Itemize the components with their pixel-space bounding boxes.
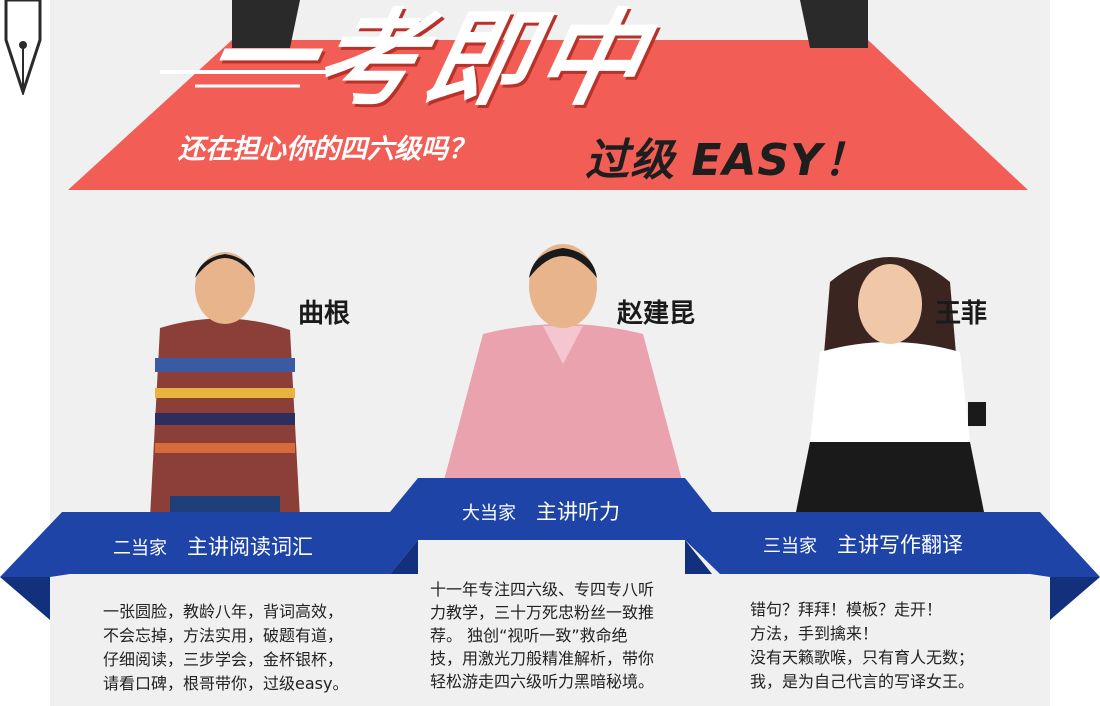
rank-subject: 主讲阅读词汇 [187, 535, 313, 559]
teacher-description-qugen: 一张圆脸，教龄八年，背词高效， 不会忘掉，方法实用，破题有道， 仔细阅读，三步学… [103, 600, 348, 696]
description-line: 请看口碑，根哥带你，过级easy。 [103, 674, 349, 693]
description-line: 一张圆脸，教龄八年，背词高效， [103, 602, 344, 621]
description-line: 轻松游走四六级听力黑暗秘境。 [430, 672, 655, 691]
description-line: 不会忘掉，方法实用，破题有道， [103, 626, 344, 645]
description-line: 力教学，三十万死忠粉丝一致推 [430, 603, 655, 622]
description-line: 错句？拜拜！模板？走开！ [750, 600, 943, 619]
description-line: 技，用激光刀般精准解析，带你 [430, 649, 655, 668]
rank-subject: 主讲听力 [536, 500, 620, 524]
description-line: 我，是为自己代言的写译女王。 [750, 672, 975, 691]
description-line: 没有天籁歌喉，只有育人无数； [750, 648, 975, 667]
teacher-description-wangfei: 错句？拜拜！模板？走开！ 方法，手到擒来！ 没有天籁歌喉，只有育人无数； 我，是… [750, 598, 974, 694]
description-line: 方法，手到擒来！ [750, 624, 879, 643]
teacher-description-zhaojiankun: 十一年专注四六级、专四专八听 力教学，三十万死忠粉丝一致推 荐。 独创“视听一致… [430, 578, 654, 693]
teacher-name-wangfei: 王菲 [935, 299, 988, 329]
rank-subject: 主讲写作翻译 [837, 533, 963, 557]
rank-label-zhaojiankun: 大当家 主讲听力 [462, 496, 620, 526]
banner-title: 一考即中 [195, 0, 661, 120]
rank-label-qugen: 二当家 主讲阅读词汇 [113, 531, 313, 561]
rank-title: 三当家 [763, 536, 817, 557]
avatar [443, 244, 683, 484]
description-line: 十一年专注四六级、专四专八听 [430, 580, 655, 599]
rank-title: 大当家 [462, 503, 516, 524]
banner-pass-text: 过级 EASY！ [585, 135, 868, 186]
description-line: 荐。 独创“视听一致”救命绝 [430, 626, 628, 645]
hero-banner: 一考即中 还在担心你的四六级吗？ 过级 EASY！ [0, 0, 1100, 195]
teacher-name-zhaojiankun: 赵建昆 [617, 299, 696, 329]
rank-label-wangfei: 三当家 主讲写作翻译 [763, 529, 963, 559]
description-line: 仔细阅读，三步学会，金杯银杯， [103, 650, 344, 669]
teacher-name-qugen: 曲根 [298, 299, 351, 329]
pen-nib-icon [4, 0, 42, 95]
rank-title: 二当家 [113, 538, 167, 559]
banner-question: 还在担心你的四六级吗？ [178, 134, 475, 165]
teacher-portrait-zhaojiankun [443, 234, 683, 484]
